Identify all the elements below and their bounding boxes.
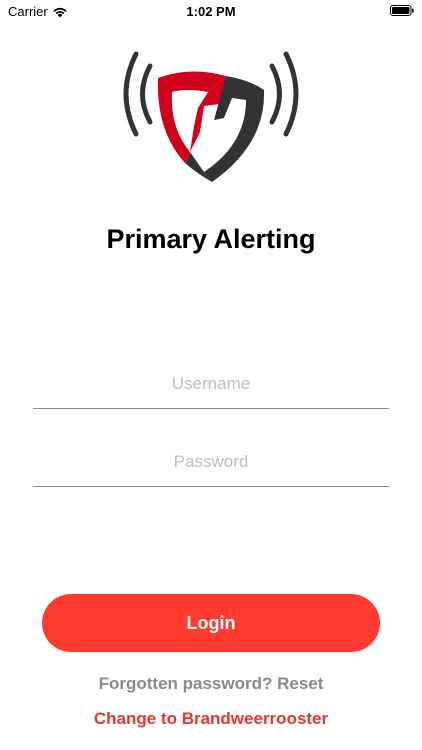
login-screen: Carrier 1:02 PM Primary Alerting Log [0, 0, 422, 750]
change-to-brandweerrooster-link[interactable]: Change to Brandweerrooster [0, 709, 422, 729]
username-input[interactable] [33, 359, 389, 409]
status-bar: Carrier 1:02 PM [0, 0, 422, 24]
battery-icon [390, 5, 414, 16]
password-input[interactable] [33, 437, 389, 487]
shield-alert-logo [123, 51, 299, 182]
login-button[interactable]: Login [42, 594, 380, 652]
app-title: Primary Alerting [106, 224, 316, 254]
status-time: 1:02 PM [186, 4, 236, 19]
forgot-password-link[interactable]: Forgotten password? Reset [0, 674, 422, 694]
